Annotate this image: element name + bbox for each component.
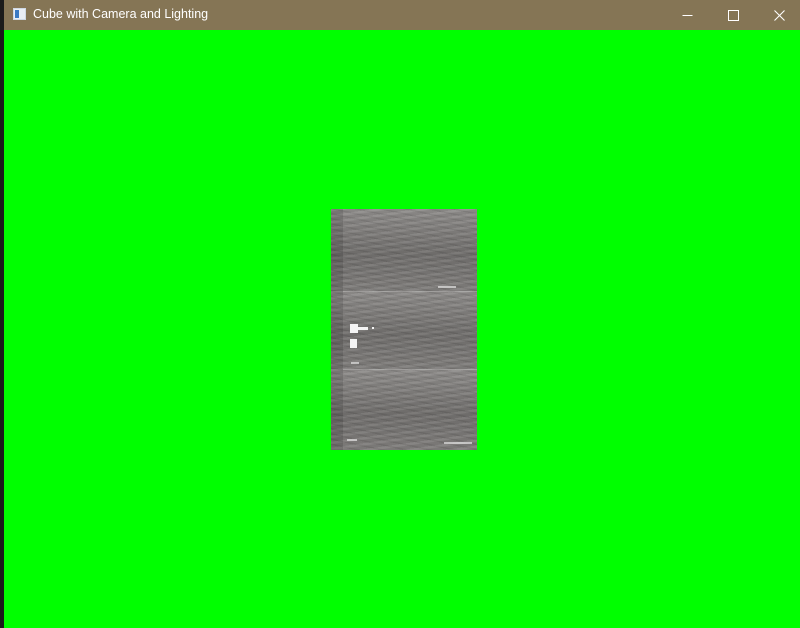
title-bar[interactable]: Cube with Camera and Lighting	[4, 0, 800, 30]
app-window-icon	[13, 8, 26, 20]
texture-band	[331, 291, 477, 369]
close-icon	[773, 9, 785, 21]
render-viewport[interactable]	[4, 30, 800, 628]
texture-band	[331, 209, 477, 291]
texture-mark	[358, 327, 368, 330]
texture-mark	[372, 327, 374, 329]
texture-detail	[438, 286, 456, 288]
app-window: Cube with Camera and Lighting	[4, 0, 800, 628]
texture-detail	[444, 442, 472, 444]
textured-cube	[331, 209, 477, 450]
texture-mark	[350, 339, 357, 348]
minimize-button[interactable]	[664, 0, 710, 30]
close-button[interactable]	[756, 0, 800, 30]
maximize-button[interactable]	[710, 0, 756, 30]
window-title: Cube with Camera and Lighting	[33, 7, 209, 21]
maximize-icon	[727, 9, 739, 21]
texture-detail	[347, 439, 357, 441]
texture-detail	[351, 362, 359, 364]
texture-mark	[350, 324, 358, 333]
minimize-icon	[682, 14, 692, 16]
band-divider	[343, 291, 477, 292]
band-divider	[343, 369, 477, 370]
texture-band	[331, 369, 477, 450]
